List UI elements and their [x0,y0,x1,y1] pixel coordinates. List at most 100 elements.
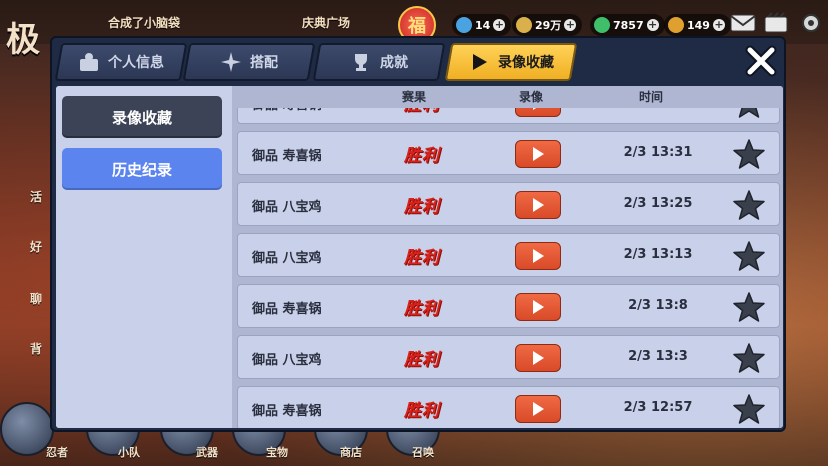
nav-ninja-label[interactable]: 忍者 [46,444,68,460]
add-icon[interactable]: + [493,19,506,31]
match-time: 2/3 13:31 [623,145,693,160]
tab-label: 个人信息 [108,55,164,71]
nav-team-label[interactable]: 小队 [118,444,140,460]
tab-loadout[interactable]: 搭配 [182,43,316,81]
tab-replay-favorites[interactable]: 录像收藏 [444,43,578,81]
favorite-star-icon[interactable] [732,342,766,374]
list-item: 御品 寿喜锅 胜利 2/3 12:57 [237,386,780,428]
sidebar-item-history[interactable]: 历史纪录 [62,148,222,190]
mail-icon[interactable] [730,12,756,34]
add-icon[interactable]: + [646,19,659,31]
favorite-star-icon[interactable] [732,189,766,221]
plaza-label[interactable]: 庆典广场 [302,14,350,31]
favorite-star-icon[interactable] [732,393,766,425]
list-item: 御品 八宝鸡 胜利 2/3 13:13 [237,233,780,277]
tab-profile[interactable]: 个人信息 [54,43,188,81]
side-menu-label[interactable]: 背 [30,340,42,357]
match-time: 2/3 12:57 [623,400,693,415]
add-icon[interactable]: + [564,19,577,31]
column-header-time: 时间 [639,90,664,104]
records-modal: 个人信息 搭配 成就 录像收藏 录像收藏 历史纪录 赛果 录像 时间 御品 寿喜… [50,36,786,432]
sidebar-item-replay-favorites[interactable]: 录像收藏 [62,96,222,138]
side-menu-label[interactable]: 聊 [30,290,42,307]
column-header-result: 赛果 [402,90,427,104]
nav-shop-label[interactable]: 商店 [340,444,362,460]
match-result: 胜利 [404,401,440,421]
match-name: 御品 八宝鸡 [252,251,322,266]
favorite-star-icon[interactable] [732,291,766,323]
play-replay-button[interactable] [515,395,561,423]
resource-counter: 149 + [664,14,731,36]
gear-icon[interactable] [798,12,824,34]
tab-label: 搭配 [250,55,278,71]
column-header-replay: 录像 [519,90,544,104]
match-result: 胜利 [404,108,440,115]
side-menu-label[interactable]: 好 [30,238,42,255]
user-card-icon [80,53,98,71]
side-menu-label[interactable]: 活 [30,188,42,205]
trophy-icon [355,54,367,71]
play-icon [533,198,544,212]
list-scroll-area[interactable]: 御品 寿喜锅胜利2/3 13:35御品 寿喜锅胜利2/3 13:31御品 八宝鸡… [232,108,783,428]
match-name: 御品 寿喜锅 [252,302,322,317]
energy-icon [668,17,684,33]
sidebar: 录像收藏 历史纪录 [56,86,232,428]
match-result: 胜利 [404,197,440,217]
favorite-star-icon[interactable] [732,108,766,119]
list-item: 御品 寿喜锅 胜利 2/3 13:35 [237,108,780,124]
match-result: 胜利 [404,248,440,268]
resource-counter: 29万 + [512,14,583,36]
favorite-star-icon[interactable] [732,240,766,272]
match-name: 御品 八宝鸡 [252,353,322,368]
nav-treasure-label[interactable]: 宝物 [266,444,288,460]
video-icon[interactable] [764,12,790,34]
resource-value: 7857 [613,18,644,32]
gem-icon [594,17,610,33]
match-result: 胜利 [404,299,440,319]
play-icon [533,249,544,263]
match-result: 胜利 [404,350,440,370]
match-name: 御品 寿喜锅 [252,149,322,164]
match-time: 2/3 13:25 [623,196,693,211]
resource-value: 29万 [535,19,562,32]
match-time: 2/3 13:8 [628,298,688,313]
nav-weapon-label[interactable]: 武器 [196,444,218,460]
close-icon[interactable] [742,42,780,80]
list-item: 御品 寿喜锅 胜利 2/3 13:8 [237,284,780,328]
tab-label: 录像收藏 [498,55,554,71]
add-icon[interactable]: + [712,19,725,31]
coin-icon [516,17,532,33]
game-logo: 极 [6,20,42,60]
play-icon [533,147,544,161]
match-time: 2/3 13:13 [623,247,693,262]
match-name: 御品 寿喜锅 [252,108,322,113]
resource-counter: 7857 + [590,14,665,36]
match-time: 2/3 13:3 [628,349,688,364]
shuriken-icon [221,52,241,72]
tab-label: 成就 [380,55,408,71]
play-replay-button[interactable] [515,344,561,372]
favorite-star-icon[interactable] [732,138,766,170]
match-time: 2/3 13:35 [608,108,708,109]
play-icon [473,54,487,70]
list-item: 御品 八宝鸡 胜利 2/3 13:3 [237,335,780,379]
tab-achievements[interactable]: 成就 [312,43,446,81]
resource-counter: 14 + [452,14,512,36]
resource-value: 14 [475,18,491,32]
currency-icon [456,17,472,33]
play-replay-button[interactable] [515,242,561,270]
play-icon [533,351,544,365]
resource-value: 149 [687,18,710,32]
play-replay-button[interactable] [515,108,561,117]
play-replay-button[interactable] [515,191,561,219]
play-replay-button[interactable] [515,293,561,321]
list-item: 御品 八宝鸡 胜利 2/3 13:25 [237,182,780,226]
modal-content: 录像收藏 历史纪录 赛果 录像 时间 御品 寿喜锅胜利2/3 13:35御品 寿… [56,86,783,428]
play-replay-button[interactable] [515,140,561,168]
match-name: 御品 寿喜锅 [252,404,322,419]
nav-summon-label[interactable]: 召唤 [412,444,434,460]
play-icon [533,300,544,314]
history-list: 赛果 录像 时间 御品 寿喜锅胜利2/3 13:35御品 寿喜锅胜利2/3 13… [232,86,783,428]
match-result: 胜利 [404,146,440,166]
tab-bar: 个人信息 搭配 成就 录像收藏 [52,40,788,82]
